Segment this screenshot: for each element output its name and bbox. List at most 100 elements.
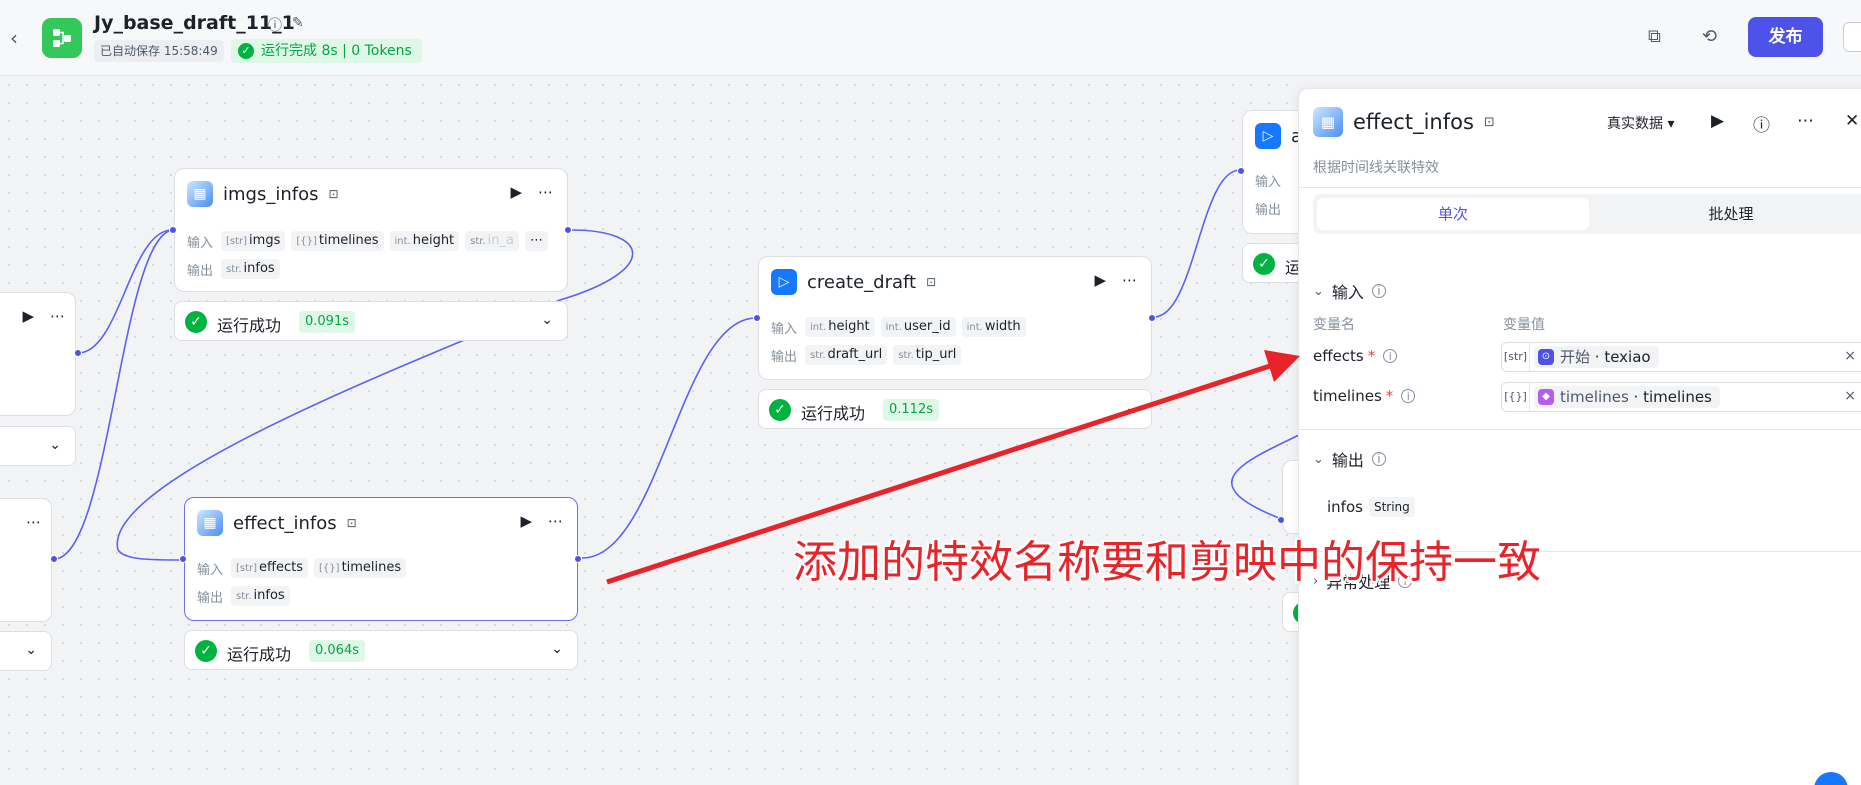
input-port[interactable] bbox=[169, 226, 177, 234]
tab-batch[interactable]: 批处理 bbox=[1593, 198, 1861, 230]
duration-badge: 0.064s bbox=[309, 640, 365, 662]
node-ref-icon: ◆ bbox=[1538, 389, 1554, 405]
capcut-icon: ▷ bbox=[771, 269, 797, 295]
plugin-icon: ▦ bbox=[1313, 107, 1343, 137]
output-port[interactable] bbox=[564, 226, 572, 234]
input-port[interactable] bbox=[179, 555, 187, 563]
clear-icon[interactable]: × bbox=[1844, 348, 1856, 364]
node-config-panel: ▦ effect_infos ⊡ 真实数据 ▾ ▶ ⓘ ⋯ ✕ 根据时间线关联特… bbox=[1298, 88, 1861, 785]
node-title: create_draft bbox=[807, 271, 917, 293]
chevron-down-icon[interactable]: ⌄ bbox=[49, 437, 61, 453]
node-create-draft[interactable]: ▷ create_draft ⊡ ▶ ⋯ 输入 int. height int. u… bbox=[758, 256, 1152, 380]
output-port[interactable] bbox=[574, 555, 582, 563]
check-icon: ✓ bbox=[1253, 253, 1275, 275]
more-icon[interactable]: ⋯ bbox=[538, 183, 553, 201]
divider bbox=[1299, 429, 1861, 430]
duration-badge: 0.112s bbox=[883, 399, 939, 421]
param-tag: str. infos bbox=[231, 586, 290, 606]
variable-ref-chip[interactable]: ⊙ 开始 · texiao bbox=[1534, 346, 1659, 368]
type-badge: String bbox=[1368, 497, 1415, 517]
panel-description: 根据时间线关联特效 bbox=[1313, 160, 1439, 176]
copy-icon[interactable]: ⧉ bbox=[1648, 26, 1661, 47]
close-icon[interactable]: ✕ bbox=[1845, 111, 1859, 131]
input-port[interactable] bbox=[1277, 516, 1285, 524]
input-var-effects: effects * i bbox=[1313, 347, 1398, 365]
output-port[interactable] bbox=[74, 349, 82, 357]
node-run-status[interactable]: ✓ 运行成功 0.091s ⌄ bbox=[174, 301, 568, 341]
more-icon[interactable]: ⋯ bbox=[1122, 271, 1137, 289]
more-icon[interactable]: ⋯ bbox=[50, 307, 65, 325]
history-icon[interactable]: ⟲ bbox=[1702, 26, 1717, 47]
input-port[interactable] bbox=[753, 314, 761, 322]
chevron-down-icon: ⌄ bbox=[1313, 283, 1324, 299]
node-inputs-row: 输入 [str] imgs [{}] timelines int. height st… bbox=[187, 231, 548, 251]
info-icon[interactable]: ⓘ bbox=[268, 15, 282, 35]
chevron-down-icon[interactable]: ⌄ bbox=[551, 641, 563, 657]
run-icon[interactable]: ▶ bbox=[520, 512, 532, 530]
memo-icon: ⊡ bbox=[328, 187, 339, 201]
param-tag: [{}] timelines bbox=[291, 231, 384, 251]
run-icon[interactable]: ▶ bbox=[1094, 271, 1106, 289]
run-mode-tabs: 单次 批处理 bbox=[1313, 194, 1861, 234]
chevron-down-icon[interactable]: ⌄ bbox=[1125, 400, 1137, 416]
check-icon: ✓ bbox=[195, 640, 217, 662]
partial-node-left-2[interactable]: ⋯ bbox=[0, 498, 52, 622]
check-icon: ✓ bbox=[238, 43, 254, 59]
partial-status-left-1[interactable]: ⌄ bbox=[0, 426, 76, 466]
node-outputs-row: 输出 str. draft_url str. tip_url bbox=[771, 345, 962, 365]
node-run-status[interactable]: ✓ 运行成功 0.064s ⌄ bbox=[184, 630, 578, 670]
param-tag: [{}] timelines bbox=[314, 558, 407, 578]
node-outputs-row: 输出 str. infos bbox=[197, 586, 290, 606]
run-icon[interactable]: ▶ bbox=[1711, 111, 1724, 131]
top-bar: ‹ Jy_base_draft_11_1 ⓘ ✎ 已自动保存 15:58:49 … bbox=[0, 0, 1861, 76]
annotation-text: 添加的特效名称要和剪映中的保持一致 bbox=[793, 537, 1541, 588]
timelines-value-field[interactable]: [{}] ◆ timelines · timelines × bbox=[1501, 382, 1861, 412]
param-tag: str. infos bbox=[221, 259, 280, 279]
app-title: Jy_base_draft_11_1 bbox=[94, 12, 295, 34]
param-tag: int. height bbox=[389, 231, 460, 251]
node-effect-infos[interactable]: ▦ effect_infos ⊡ ▶ ⋯ 输入 [str] effects [{}… bbox=[184, 497, 578, 621]
node-imgs-infos[interactable]: ▦ imgs_infos ⊡ ▶ ⋯ 输入 [str] imgs [{}] time… bbox=[174, 168, 568, 292]
tab-single[interactable]: 单次 bbox=[1317, 198, 1589, 230]
more-icon[interactable]: ⋯ bbox=[1797, 111, 1814, 131]
run-status-badge[interactable]: ✓ 运行完成 8s | 0 Tokens bbox=[231, 39, 422, 63]
input-var-timelines: timelines * i bbox=[1313, 387, 1416, 405]
clear-icon[interactable]: × bbox=[1844, 388, 1856, 404]
memo-icon: ⊡ bbox=[346, 516, 357, 530]
info-icon: i bbox=[1383, 349, 1398, 363]
partial-status-left-2[interactable]: ⌄ bbox=[0, 631, 52, 671]
chevron-down-icon[interactable]: ⌄ bbox=[25, 642, 37, 658]
effects-value-field[interactable]: [str] ⊙ 开始 · texiao × bbox=[1501, 342, 1861, 372]
variable-ref-chip[interactable]: ◆ timelines · timelines bbox=[1534, 386, 1720, 408]
publish-button[interactable]: 发布 bbox=[1748, 17, 1823, 57]
chevron-left-icon[interactable]: ‹ bbox=[10, 26, 18, 50]
param-tag: int. user_id bbox=[880, 317, 956, 337]
partial-node-left-1[interactable]: ▶ ⋯ bbox=[0, 292, 76, 416]
input-port[interactable] bbox=[1237, 167, 1245, 175]
param-tag: [str] effects bbox=[231, 558, 309, 578]
param-tag: int. width bbox=[961, 317, 1026, 337]
more-tools-button[interactable] bbox=[1843, 22, 1861, 52]
node-inputs-row: 输入 int. height int. user_id int. width bbox=[771, 317, 1026, 337]
duration-badge: 0.091s bbox=[299, 311, 355, 333]
run-icon[interactable]: ▶ bbox=[22, 307, 34, 325]
chevron-down-icon[interactable]: ⌄ bbox=[541, 312, 553, 328]
data-mode-select[interactable]: 真实数据 ▾ bbox=[1607, 113, 1674, 133]
check-icon: ✓ bbox=[769, 399, 791, 421]
param-tag: [str] imgs bbox=[221, 231, 286, 251]
more-icon[interactable]: ⋯ bbox=[548, 512, 563, 530]
node-run-status[interactable]: ✓ 运行成功 0.112s ⌄ bbox=[758, 389, 1152, 429]
start-node-icon: ⊙ bbox=[1538, 349, 1554, 365]
panel-title: effect_infos bbox=[1353, 110, 1474, 134]
param-tag: str. in_a bbox=[465, 231, 519, 251]
input-section-header[interactable]: ⌄ 输入 i bbox=[1313, 279, 1386, 303]
more-params-icon[interactable]: ⋯ bbox=[525, 231, 548, 251]
run-icon[interactable]: ▶ bbox=[510, 183, 522, 201]
output-port[interactable] bbox=[1148, 314, 1156, 322]
output-port[interactable] bbox=[50, 555, 58, 563]
memo-icon: ⊡ bbox=[926, 275, 937, 289]
output-section-header[interactable]: ⌄ 输出 i bbox=[1313, 447, 1386, 471]
edit-icon[interactable]: ✎ bbox=[292, 15, 304, 35]
help-icon[interactable]: ⓘ bbox=[1753, 111, 1770, 136]
more-icon[interactable]: ⋯ bbox=[26, 513, 41, 531]
